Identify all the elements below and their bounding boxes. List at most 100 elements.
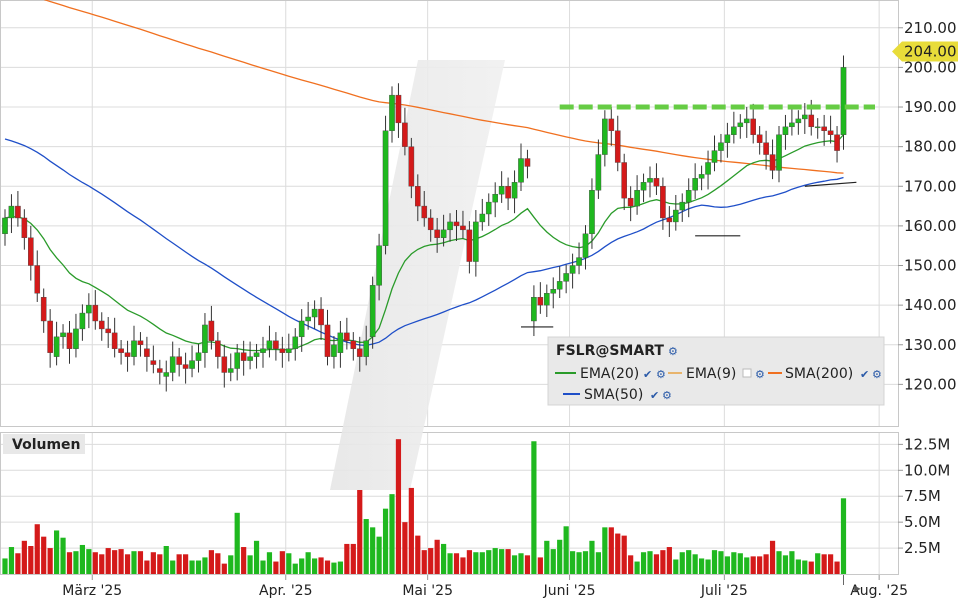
gear-icon[interactable]: ⚙ — [668, 346, 678, 358]
candle-body — [60, 332, 66, 338]
candle-body — [711, 150, 718, 163]
candle-body — [473, 221, 479, 262]
candle-body — [614, 130, 621, 163]
volume-bar — [621, 535, 627, 574]
candle-body — [743, 118, 750, 124]
check-icon[interactable]: ✔ — [643, 369, 652, 381]
candle-body — [298, 320, 305, 338]
volume-bar — [66, 552, 73, 574]
volume-bar — [763, 554, 769, 574]
volume-bar — [757, 556, 763, 574]
legend-checkbox[interactable] — [742, 368, 752, 378]
volume-bar — [21, 540, 27, 574]
candle-body — [544, 293, 550, 306]
candle-body — [34, 265, 41, 294]
candle-body — [208, 320, 215, 341]
volume-bar — [570, 551, 576, 574]
volume-bar — [370, 527, 376, 574]
candle-body — [814, 126, 821, 129]
price-tick-label: 140.00 — [904, 296, 957, 314]
candle-body — [621, 162, 627, 199]
volume-bar — [460, 557, 466, 574]
volume-bar — [634, 561, 640, 574]
volume-bar — [195, 560, 202, 574]
volume-bar — [54, 530, 60, 574]
candle-body — [234, 352, 241, 369]
legend-ema9: EMA(9) — [686, 366, 736, 382]
time-axis: März '25 Apr. '25 Mai '25 Juni '25 Juli '25 A… — [62, 575, 908, 599]
gear-icon[interactable]: ⚙ — [755, 369, 765, 381]
price-axis: 120.00 130.00 140.00 150.00 160.00 170.00 180.… — [898, 19, 957, 393]
volume-bar — [273, 561, 279, 574]
volume-bar — [324, 560, 331, 574]
candle-body — [466, 229, 473, 262]
candle-body — [524, 158, 531, 167]
candle-body — [834, 134, 840, 151]
volume-bar — [157, 554, 163, 574]
price-tick-label: 120.00 — [904, 375, 957, 393]
candle-body — [163, 372, 170, 377]
volume-bar — [834, 561, 840, 574]
volume-bar — [144, 560, 150, 574]
volume-bar — [234, 512, 240, 574]
candle-body — [66, 332, 73, 349]
gear-icon[interactable]: ⚙ — [662, 390, 672, 402]
check-icon[interactable]: ✔ — [860, 369, 869, 381]
volume-bar — [408, 487, 414, 574]
volume-bar — [79, 544, 85, 574]
volume-bar — [466, 550, 472, 574]
volume-bar — [815, 553, 821, 574]
candle-body — [640, 182, 647, 191]
check-icon[interactable]: ✔ — [650, 390, 659, 402]
volume-bar — [34, 524, 40, 574]
candle-body — [802, 114, 808, 120]
legend-ema20: EMA(20) — [580, 366, 639, 382]
volume-bar — [221, 563, 227, 574]
volume-bar — [705, 559, 711, 574]
candle-body — [137, 340, 144, 345]
volume-bar — [215, 553, 221, 574]
volume-bar — [615, 533, 621, 574]
volume-bar — [15, 553, 21, 574]
volume-bar — [744, 557, 750, 574]
volume-bar — [492, 548, 498, 574]
candle-body — [363, 340, 370, 357]
candle-body — [705, 162, 711, 175]
volume-bar — [118, 549, 124, 574]
volume-bar — [582, 551, 589, 574]
gear-icon[interactable]: ⚙ — [656, 369, 666, 381]
volume-bar — [537, 557, 543, 574]
candle-body — [750, 118, 756, 135]
volume-bar — [505, 549, 511, 574]
candle-body — [511, 182, 518, 199]
candle-body — [795, 118, 802, 124]
candle-body — [518, 158, 524, 183]
last-price-tag: 204.00 — [892, 41, 958, 62]
volume-bar — [550, 549, 556, 574]
candle-body — [789, 122, 795, 128]
volume-bar — [808, 561, 814, 574]
candle-body — [279, 348, 286, 353]
candle-body — [479, 213, 486, 223]
time-tick-label: Mai '25 — [402, 583, 453, 599]
scroll-right-icon[interactable]: ► — [852, 583, 863, 595]
volume-bar — [782, 555, 789, 574]
volume-bar — [112, 550, 118, 574]
volume-bar — [357, 490, 363, 574]
volume-bar — [247, 555, 253, 574]
volume-bar — [305, 552, 311, 574]
volume-bar — [286, 553, 292, 574]
candle-body — [608, 118, 615, 131]
volume-bar — [602, 527, 608, 574]
gear-icon[interactable]: ⚙ — [872, 369, 882, 381]
volume-bar — [511, 555, 518, 574]
candle-body — [311, 308, 318, 318]
candle-body — [240, 352, 247, 361]
candle-body — [111, 332, 118, 349]
volume-bar — [660, 550, 666, 574]
candle-body — [47, 320, 53, 353]
candle-body — [821, 126, 827, 131]
candle-body — [286, 348, 292, 353]
volume-axis: 2.5M 5.0M 7.5M 10.0M 12.5M — [898, 435, 950, 557]
candle-body — [79, 312, 86, 330]
